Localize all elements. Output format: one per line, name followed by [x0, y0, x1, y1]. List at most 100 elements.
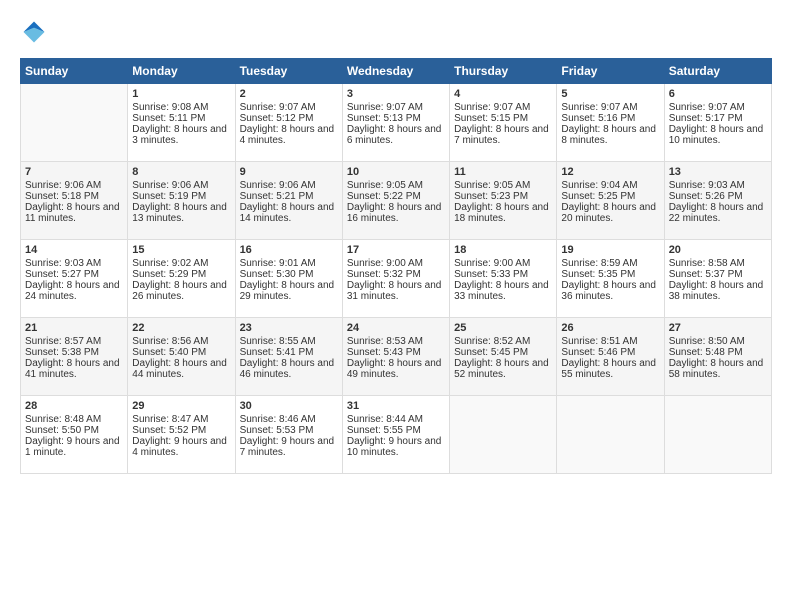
- calendar-cell: 11 Sunrise: 9:05 AM Sunset: 5:23 PM Dayl…: [450, 162, 557, 240]
- header: [20, 18, 772, 46]
- day-number: 17: [347, 244, 445, 256]
- day-number: 4: [454, 88, 552, 100]
- day-number: 27: [669, 322, 767, 334]
- weekday-header: Wednesday: [342, 59, 449, 84]
- calendar-cell: 20 Sunrise: 8:58 AM Sunset: 5:37 PM Dayl…: [664, 240, 771, 318]
- day-number: 2: [240, 88, 338, 100]
- calendar-week-row: 1 Sunrise: 9:08 AM Sunset: 5:11 PM Dayli…: [21, 84, 772, 162]
- sunset-text: Sunset: 5:48 PM: [669, 347, 743, 358]
- sunrise-text: Sunrise: 9:08 AM: [132, 102, 208, 113]
- sunrise-text: Sunrise: 8:48 AM: [25, 414, 101, 425]
- sunrise-text: Sunrise: 8:52 AM: [454, 336, 530, 347]
- sunset-text: Sunset: 5:33 PM: [454, 269, 528, 280]
- calendar-week-row: 21 Sunrise: 8:57 AM Sunset: 5:38 PM Dayl…: [21, 318, 772, 396]
- calendar-cell: [450, 396, 557, 474]
- sunrise-text: Sunrise: 9:06 AM: [240, 180, 316, 191]
- sunset-text: Sunset: 5:15 PM: [454, 113, 528, 124]
- daylight-text: Daylight: 8 hours and 10 minutes.: [669, 124, 764, 146]
- sunrise-text: Sunrise: 9:03 AM: [669, 180, 745, 191]
- calendar-cell: 29 Sunrise: 8:47 AM Sunset: 5:52 PM Dayl…: [128, 396, 235, 474]
- sunrise-text: Sunrise: 9:07 AM: [240, 102, 316, 113]
- sunrise-text: Sunrise: 9:05 AM: [347, 180, 423, 191]
- sunrise-text: Sunrise: 9:06 AM: [132, 180, 208, 191]
- calendar-cell: [557, 396, 664, 474]
- daylight-text: Daylight: 8 hours and 55 minutes.: [561, 358, 656, 380]
- calendar-week-row: 14 Sunrise: 9:03 AM Sunset: 5:27 PM Dayl…: [21, 240, 772, 318]
- sunset-text: Sunset: 5:40 PM: [132, 347, 206, 358]
- sunrise-text: Sunrise: 8:44 AM: [347, 414, 423, 425]
- day-number: 24: [347, 322, 445, 334]
- daylight-text: Daylight: 8 hours and 58 minutes.: [669, 358, 764, 380]
- day-number: 23: [240, 322, 338, 334]
- sunset-text: Sunset: 5:37 PM: [669, 269, 743, 280]
- weekday-header: Thursday: [450, 59, 557, 84]
- daylight-text: Daylight: 9 hours and 10 minutes.: [347, 436, 442, 458]
- calendar-cell: 31 Sunrise: 8:44 AM Sunset: 5:55 PM Dayl…: [342, 396, 449, 474]
- calendar-cell: 21 Sunrise: 8:57 AM Sunset: 5:38 PM Dayl…: [21, 318, 128, 396]
- day-number: 13: [669, 166, 767, 178]
- calendar-cell: 12 Sunrise: 9:04 AM Sunset: 5:25 PM Dayl…: [557, 162, 664, 240]
- sunset-text: Sunset: 5:11 PM: [132, 113, 205, 124]
- sunset-text: Sunset: 5:22 PM: [347, 191, 421, 202]
- weekday-header: Friday: [557, 59, 664, 84]
- sunset-text: Sunset: 5:26 PM: [669, 191, 743, 202]
- daylight-text: Daylight: 8 hours and 22 minutes.: [669, 202, 764, 224]
- calendar-cell: 26 Sunrise: 8:51 AM Sunset: 5:46 PM Dayl…: [557, 318, 664, 396]
- daylight-text: Daylight: 8 hours and 36 minutes.: [561, 280, 656, 302]
- daylight-text: Daylight: 8 hours and 14 minutes.: [240, 202, 335, 224]
- sunrise-text: Sunrise: 9:04 AM: [561, 180, 637, 191]
- sunset-text: Sunset: 5:35 PM: [561, 269, 635, 280]
- day-number: 10: [347, 166, 445, 178]
- day-number: 6: [669, 88, 767, 100]
- daylight-text: Daylight: 8 hours and 31 minutes.: [347, 280, 442, 302]
- sunrise-text: Sunrise: 8:46 AM: [240, 414, 316, 425]
- day-number: 12: [561, 166, 659, 178]
- day-number: 1: [132, 88, 230, 100]
- day-number: 14: [25, 244, 123, 256]
- day-number: 18: [454, 244, 552, 256]
- daylight-text: Daylight: 8 hours and 52 minutes.: [454, 358, 549, 380]
- calendar-cell: 16 Sunrise: 9:01 AM Sunset: 5:30 PM Dayl…: [235, 240, 342, 318]
- sunrise-text: Sunrise: 8:57 AM: [25, 336, 101, 347]
- calendar-cell: 15 Sunrise: 9:02 AM Sunset: 5:29 PM Dayl…: [128, 240, 235, 318]
- sunset-text: Sunset: 5:29 PM: [132, 269, 206, 280]
- calendar-cell: 28 Sunrise: 8:48 AM Sunset: 5:50 PM Dayl…: [21, 396, 128, 474]
- calendar-cell: 17 Sunrise: 9:00 AM Sunset: 5:32 PM Dayl…: [342, 240, 449, 318]
- daylight-text: Daylight: 8 hours and 6 minutes.: [347, 124, 442, 146]
- daylight-text: Daylight: 8 hours and 20 minutes.: [561, 202, 656, 224]
- daylight-text: Daylight: 8 hours and 24 minutes.: [25, 280, 120, 302]
- calendar-cell: 4 Sunrise: 9:07 AM Sunset: 5:15 PM Dayli…: [450, 84, 557, 162]
- calendar-cell: 13 Sunrise: 9:03 AM Sunset: 5:26 PM Dayl…: [664, 162, 771, 240]
- calendar-cell: [21, 84, 128, 162]
- sunset-text: Sunset: 5:16 PM: [561, 113, 635, 124]
- day-number: 15: [132, 244, 230, 256]
- calendar-cell: 25 Sunrise: 8:52 AM Sunset: 5:45 PM Dayl…: [450, 318, 557, 396]
- day-number: 29: [132, 400, 230, 412]
- daylight-text: Daylight: 8 hours and 44 minutes.: [132, 358, 227, 380]
- calendar-cell: 22 Sunrise: 8:56 AM Sunset: 5:40 PM Dayl…: [128, 318, 235, 396]
- calendar-header-row: SundayMondayTuesdayWednesdayThursdayFrid…: [21, 59, 772, 84]
- sunrise-text: Sunrise: 9:03 AM: [25, 258, 101, 269]
- sunset-text: Sunset: 5:38 PM: [25, 347, 99, 358]
- sunrise-text: Sunrise: 9:07 AM: [561, 102, 637, 113]
- calendar-week-row: 7 Sunrise: 9:06 AM Sunset: 5:18 PM Dayli…: [21, 162, 772, 240]
- calendar-cell: 5 Sunrise: 9:07 AM Sunset: 5:16 PM Dayli…: [557, 84, 664, 162]
- sunset-text: Sunset: 5:55 PM: [347, 425, 421, 436]
- daylight-text: Daylight: 9 hours and 7 minutes.: [240, 436, 335, 458]
- day-number: 30: [240, 400, 338, 412]
- sunrise-text: Sunrise: 9:00 AM: [347, 258, 423, 269]
- sunrise-text: Sunrise: 9:07 AM: [669, 102, 745, 113]
- weekday-header: Saturday: [664, 59, 771, 84]
- calendar-cell: 9 Sunrise: 9:06 AM Sunset: 5:21 PM Dayli…: [235, 162, 342, 240]
- weekday-header: Monday: [128, 59, 235, 84]
- sunset-text: Sunset: 5:12 PM: [240, 113, 314, 124]
- daylight-text: Daylight: 8 hours and 46 minutes.: [240, 358, 335, 380]
- day-number: 28: [25, 400, 123, 412]
- sunrise-text: Sunrise: 9:05 AM: [454, 180, 530, 191]
- day-number: 19: [561, 244, 659, 256]
- day-number: 31: [347, 400, 445, 412]
- sunset-text: Sunset: 5:32 PM: [347, 269, 421, 280]
- sunset-text: Sunset: 5:25 PM: [561, 191, 635, 202]
- sunset-text: Sunset: 5:19 PM: [132, 191, 206, 202]
- sunrise-text: Sunrise: 9:07 AM: [454, 102, 530, 113]
